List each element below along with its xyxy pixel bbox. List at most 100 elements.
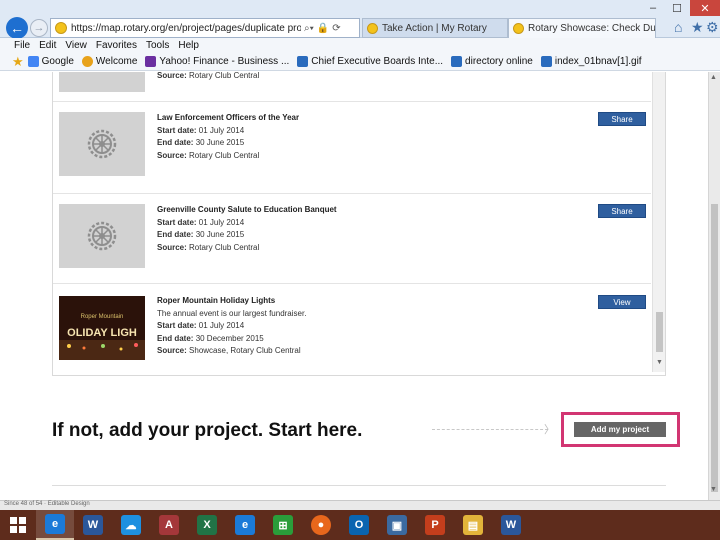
refresh-icon[interactable]: ⟳ <box>332 23 340 34</box>
access-icon: A <box>159 515 179 535</box>
source-label: Source: <box>157 150 187 160</box>
project-row: Greenville County Salute to Education Ba… <box>53 194 651 284</box>
end-date-value: 30 December 2015 <box>195 333 264 343</box>
tab-take-action[interactable]: Take Action | My Rotary <box>362 18 508 38</box>
powerpoint-icon: P <box>425 515 445 535</box>
taskbar-excel[interactable]: X <box>188 510 226 540</box>
holiday-lights-photo: OLIDAY LIGH Roper Mountain <box>59 296 145 360</box>
source-label: Source: <box>157 72 187 80</box>
rotary-wheel-icon <box>87 221 117 251</box>
favorites-icon[interactable]: ★ <box>12 54 24 70</box>
lock-icon[interactable]: 🔒 <box>317 23 329 34</box>
close-window-button[interactable]: ✕ <box>690 0 720 16</box>
favorite-google[interactable]: Google <box>27 56 74 67</box>
favorite-index-gif[interactable]: index_01bnav[1].gif <box>540 56 642 67</box>
favorites-star-icon[interactable]: ★ <box>691 19 704 36</box>
taskbar-powerpoint[interactable]: P <box>416 510 454 540</box>
source-value: Rotary Club Central <box>189 150 260 160</box>
taskbar-internet-explorer-2[interactable]: e <box>226 510 264 540</box>
taskbar-store[interactable]: ⊞ <box>264 510 302 540</box>
taskbar-word[interactable]: W <box>74 510 112 540</box>
taskbar-outlook[interactable]: O <box>340 510 378 540</box>
home-icon[interactable]: ⌂ <box>674 19 682 35</box>
end-date-value: 30 June 2015 <box>195 138 245 147</box>
yahoo-icon <box>145 56 157 67</box>
menu-edit[interactable]: Edit <box>39 40 56 51</box>
forward-button[interactable]: → <box>30 19 48 37</box>
page-scrollbar-thumb[interactable] <box>711 204 718 492</box>
svg-text:Roper Mountain: Roper Mountain <box>81 314 124 320</box>
start-date-label: Start date: <box>157 217 197 227</box>
start-date-label: Start date: <box>157 321 197 330</box>
project-thumbnail <box>59 112 145 176</box>
menu-file[interactable]: File <box>14 40 30 51</box>
address-bar[interactable]: https://map.rotary.org/en/project/pages/… <box>50 18 360 38</box>
project-title[interactable]: Law Enforcement Officers of the Year <box>157 112 299 125</box>
project-thumbnail <box>59 204 145 268</box>
menu-favorites[interactable]: Favorites <box>96 40 137 51</box>
add-my-project-button[interactable]: Add my project <box>574 422 666 437</box>
source-label: Source: <box>157 346 187 355</box>
menu-help[interactable]: Help <box>178 40 199 51</box>
page-scrollbar[interactable]: ▲ ▼ <box>708 72 720 500</box>
favorite-yahoo-finance[interactable]: Yahoo! Finance - Business ... <box>145 56 289 67</box>
favorite-chief-executive[interactable]: Chief Executive Boards Inte... <box>297 56 443 67</box>
page-content: Source: Rotary Club Central Law Enforcem… <box>0 72 710 500</box>
list-scrollbar[interactable]: ▼ <box>652 72 665 372</box>
onedrive-icon: ☁ <box>121 515 141 535</box>
project-row: OLIDAY LIGH Roper Mountain Roper Mountai… <box>53 284 651 374</box>
scroll-down-arrow-icon[interactable]: ▼ <box>656 359 663 366</box>
project-title[interactable]: Greenville County Salute to Education Ba… <box>157 204 337 217</box>
browser-title-bar: – ☐ ✕ ← → https://map.rotary.org/en/proj… <box>0 0 720 39</box>
source-value: Rotary Club Central <box>189 72 260 80</box>
start-date-value: 01 July 2014 <box>198 321 245 330</box>
start-button[interactable] <box>0 510 36 540</box>
internet-explorer-icon: e <box>235 515 255 535</box>
taskbar-access[interactable]: A <box>150 510 188 540</box>
share-button[interactable]: Share <box>598 204 646 218</box>
add-project-section: If not, add your project. Start here. 〉 … <box>52 392 680 486</box>
menu-tools[interactable]: Tools <box>146 40 169 51</box>
end-date-label: End date: <box>157 138 194 147</box>
store-icon: ⊞ <box>273 515 293 535</box>
taskbar: e W ☁ A X e ⊞ ● O ▣ P ▤ W <box>0 510 720 540</box>
dashed-divider <box>432 429 548 430</box>
taskbar-onedrive[interactable]: ☁ <box>112 510 150 540</box>
start-date-value: 01 July 2014 <box>198 217 245 227</box>
tab-rotary-showcase[interactable]: Rotary Showcase: Check Du... ✕ <box>508 18 656 38</box>
url-text[interactable]: https://map.rotary.org/en/project/pages/… <box>71 23 301 34</box>
taskbar-internet-explorer[interactable]: e <box>36 510 74 540</box>
taskbar-firefox[interactable]: ● <box>302 510 340 540</box>
back-button[interactable]: ← <box>6 17 28 39</box>
source-label: Source: <box>157 242 187 252</box>
menu-view[interactable]: View <box>65 40 87 51</box>
taskbar-file-explorer[interactable]: ▤ <box>454 510 492 540</box>
chevron-right-icon: 〉 <box>544 424 555 436</box>
scroll-up-arrow-icon[interactable]: ▲ <box>710 74 717 81</box>
favorite-welcome[interactable]: Welcome <box>81 56 137 67</box>
welcome-icon <box>81 56 93 67</box>
maximize-button[interactable]: ☐ <box>664 0 690 16</box>
project-title[interactable]: Roper Mountain Holiday Lights <box>157 295 306 308</box>
project-row: Law Enforcement Officers of the Year Sta… <box>53 102 651 194</box>
taskbar-remote-desktop[interactable]: ▣ <box>378 510 416 540</box>
end-date-label: End date: <box>157 230 194 239</box>
rotary-tab-icon <box>513 23 524 34</box>
view-button[interactable]: View <box>598 295 646 309</box>
search-dropdown-icon[interactable]: ⌕▾ <box>304 23 314 34</box>
list-scrollbar-thumb[interactable] <box>656 312 663 352</box>
image-icon <box>540 56 552 67</box>
scroll-down-arrow-icon[interactable]: ▼ <box>710 486 717 493</box>
rotary-tab-icon <box>367 22 378 34</box>
minimize-button[interactable]: – <box>640 0 666 16</box>
gear-icon[interactable]: ⚙ <box>706 19 719 36</box>
start-date-value: 01 July 2014 <box>198 125 245 135</box>
menu-bar: File Edit View Favorites Tools Help <box>0 38 720 53</box>
duplicate-projects-list: Source: Rotary Club Central Law Enforcem… <box>52 72 666 376</box>
favorite-directory-online[interactable]: directory online <box>451 56 533 67</box>
windows-logo-icon <box>10 517 26 533</box>
taskbar-word-2[interactable]: W <box>492 510 530 540</box>
internet-explorer-icon: e <box>45 514 65 534</box>
google-icon <box>27 56 39 67</box>
share-button[interactable]: Share <box>598 112 646 126</box>
